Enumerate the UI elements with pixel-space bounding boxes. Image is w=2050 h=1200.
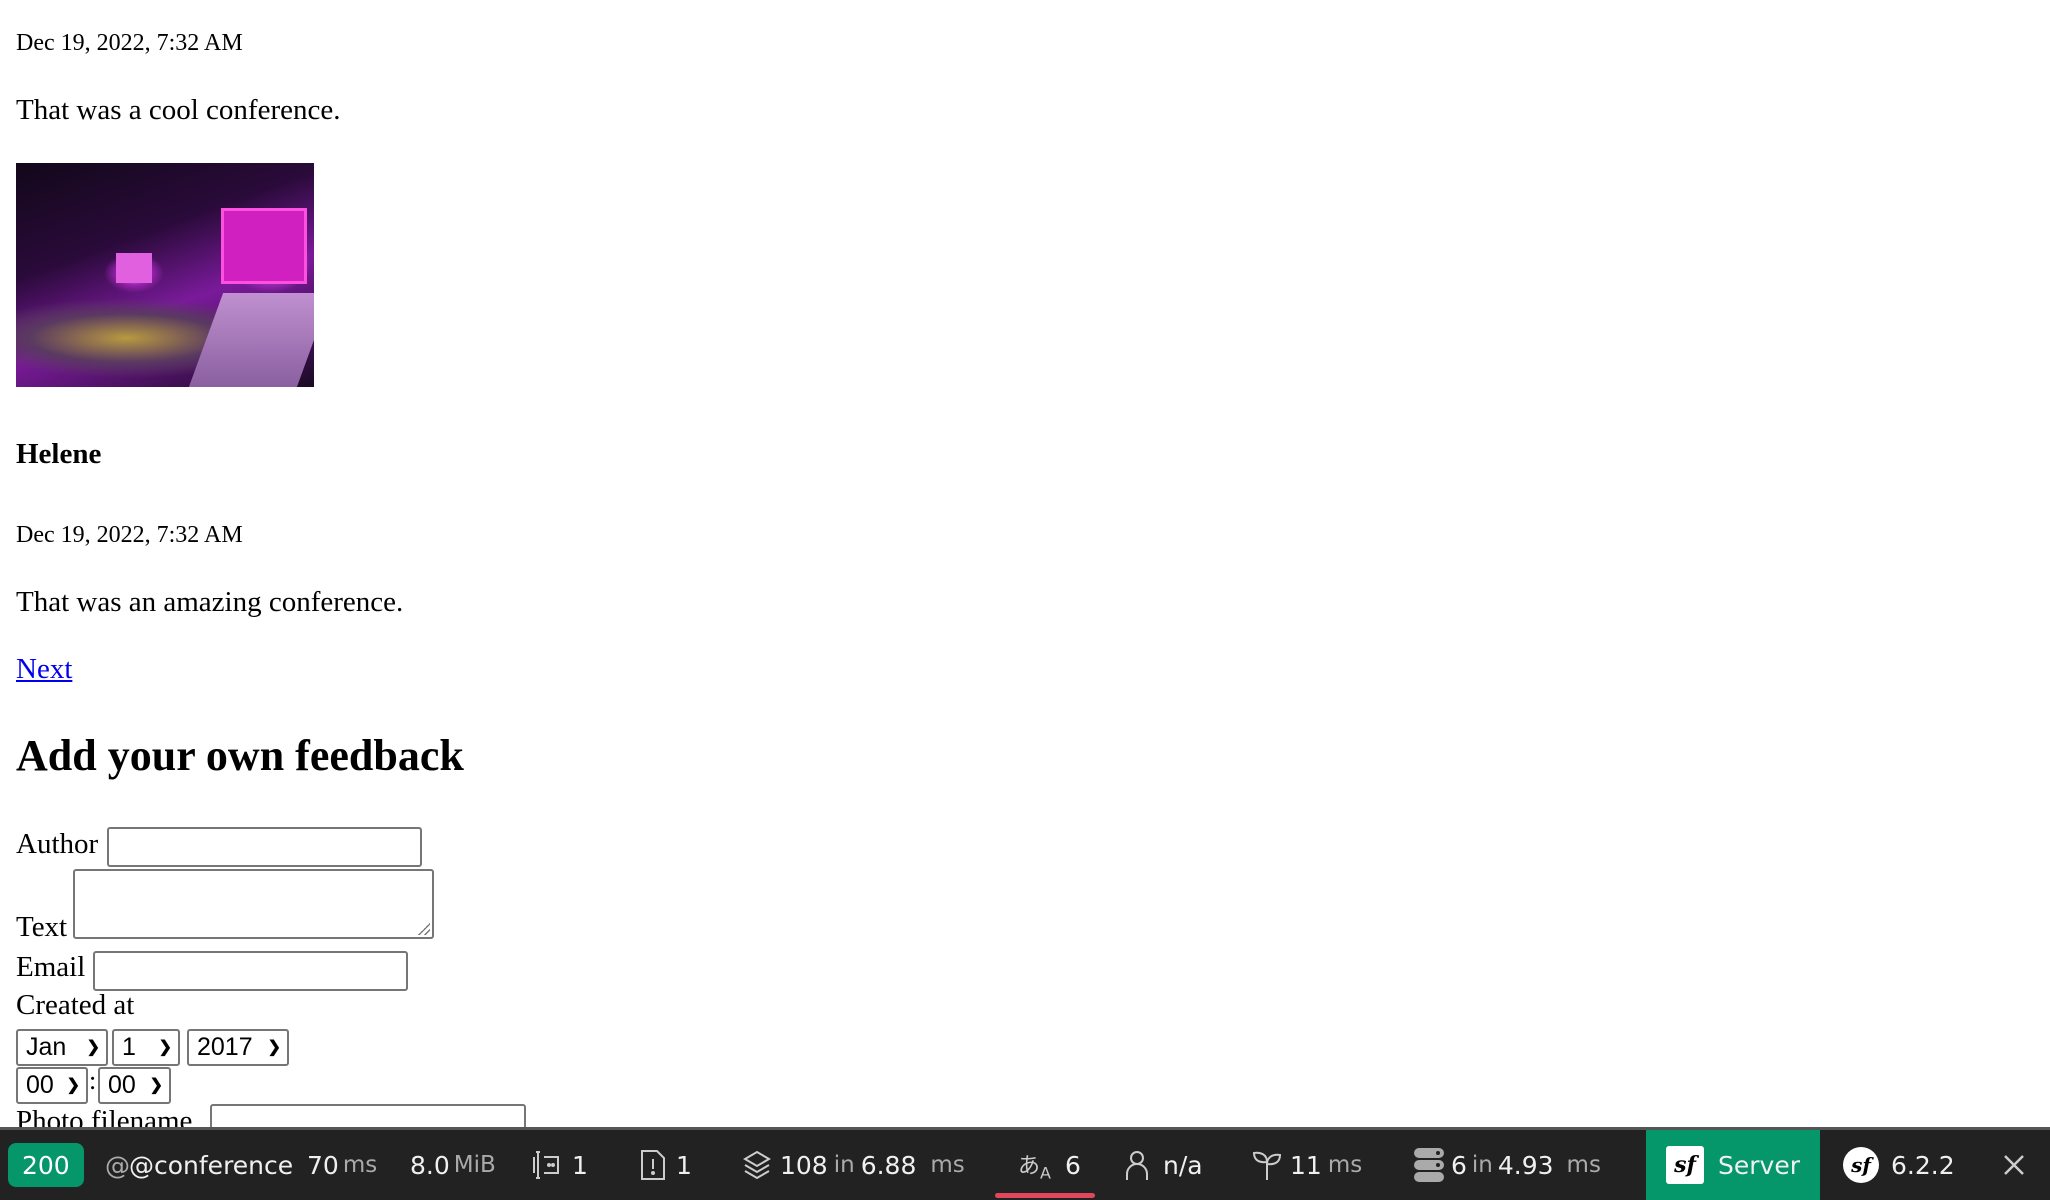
logs-count: 1: [676, 1150, 692, 1180]
file-alert-icon: [638, 1148, 668, 1182]
day-select[interactable]: 1 ❯: [112, 1029, 180, 1066]
symfony-logo-icon: sf: [1666, 1146, 1704, 1184]
month-value: Jan: [26, 1033, 67, 1061]
close-icon: [2002, 1153, 2026, 1177]
email-input[interactable]: [93, 951, 408, 991]
form-title: Add your own feedback: [16, 731, 464, 780]
symfony-logo-icon: sf: [1843, 1147, 1879, 1183]
user-value: n/a: [1163, 1150, 1203, 1180]
year-value: 2017: [197, 1033, 253, 1061]
symfony-version: 6.2.2: [1891, 1150, 1955, 1180]
forms-count: 1: [572, 1150, 588, 1180]
layers-icon: [740, 1148, 774, 1182]
hour-select[interactable]: 00 ❯: [16, 1067, 88, 1104]
db-in: in: [1471, 1152, 1493, 1178]
chevron-down-icon: ❯: [267, 1038, 281, 1056]
year-select[interactable]: 2017 ❯: [187, 1029, 289, 1066]
text-textarea[interactable]: [73, 869, 434, 939]
templates-in: in: [833, 1152, 855, 1178]
time-value: 70: [307, 1150, 339, 1180]
logs-item[interactable]: 1: [638, 1130, 692, 1200]
translation-item[interactable]: あA 6: [1018, 1130, 1081, 1200]
route-item[interactable]: @ @conference: [105, 1130, 293, 1200]
comment-text: That was an amazing conference.: [16, 586, 404, 618]
translation-count: 6: [1064, 1150, 1081, 1180]
db-queries: 6: [1451, 1150, 1467, 1180]
comment-author: Helene: [16, 438, 102, 470]
chevron-down-icon: ❯: [149, 1076, 163, 1094]
status-badge: 200: [8, 1143, 84, 1187]
chevron-down-icon: ❯: [86, 1038, 100, 1056]
day-value: 1: [122, 1033, 136, 1061]
comment-date: Dec 19, 2022, 7:32 AM: [16, 30, 243, 56]
events-unit: ms: [1327, 1152, 1363, 1178]
templates-unit: ms: [930, 1152, 965, 1178]
templates-item[interactable]: 108 in 6.88 ms: [740, 1130, 965, 1200]
month-select[interactable]: Jan ❯: [16, 1029, 108, 1066]
database-icon: [1412, 1146, 1446, 1184]
active-indicator: [995, 1193, 1095, 1198]
author-label: Author: [16, 828, 99, 860]
events-item[interactable]: 11 ms: [1250, 1130, 1362, 1200]
server-label: Server: [1718, 1150, 1800, 1180]
time-item[interactable]: 70 ms: [307, 1130, 377, 1200]
translation-icon: あA: [1018, 1153, 1051, 1183]
text-label: Text: [16, 911, 68, 943]
memory-value: 8.0: [410, 1150, 450, 1180]
form-icon: [530, 1148, 564, 1182]
close-toolbar-button[interactable]: [2002, 1130, 2026, 1200]
minute-select[interactable]: 00 ❯: [98, 1067, 171, 1104]
events-value: 11: [1290, 1150, 1322, 1180]
time-unit: ms: [342, 1152, 378, 1178]
templates-time: 6.88: [860, 1150, 917, 1180]
resize-handle[interactable]: [418, 923, 430, 935]
server-item[interactable]: sf Server: [1646, 1130, 1820, 1200]
email-label: Email: [16, 951, 86, 983]
debug-toolbar: 200 @ @conference 70 ms 8.0 MiB 1 1 108 in 6.…: [0, 1127, 2050, 1200]
security-item[interactable]: n/a: [1123, 1130, 1203, 1200]
db-unit: ms: [1566, 1152, 1601, 1178]
comment-date: Dec 19, 2022, 7:32 AM: [16, 522, 243, 548]
chevron-down-icon: ❯: [66, 1076, 80, 1094]
route-name: @conference: [129, 1150, 294, 1180]
symfony-version-item[interactable]: sf 6.2.2: [1843, 1130, 1955, 1200]
memory-unit: MiB: [453, 1152, 496, 1178]
memory-item[interactable]: 8.0 MiB: [410, 1130, 496, 1200]
user-icon: [1123, 1148, 1151, 1182]
status-code-item[interactable]: 200: [8, 1130, 84, 1200]
time-separator: :: [89, 1066, 97, 1095]
database-item[interactable]: 6 in 4.93 ms: [1412, 1130, 1601, 1200]
hour-value: 00: [26, 1071, 54, 1099]
sprout-icon: [1250, 1148, 1284, 1182]
created-at-label: Created at: [16, 989, 135, 1021]
comment-text: That was a cool conference.: [16, 94, 341, 126]
chevron-down-icon: ❯: [158, 1038, 172, 1056]
author-input[interactable]: [107, 827, 422, 867]
db-time: 4.93: [1497, 1150, 1554, 1180]
minute-value: 00: [108, 1071, 136, 1099]
templates-count: 108: [780, 1150, 828, 1180]
next-link[interactable]: Next: [16, 653, 72, 686]
comment-photo: [16, 163, 314, 387]
forms-item[interactable]: 1: [530, 1130, 588, 1200]
